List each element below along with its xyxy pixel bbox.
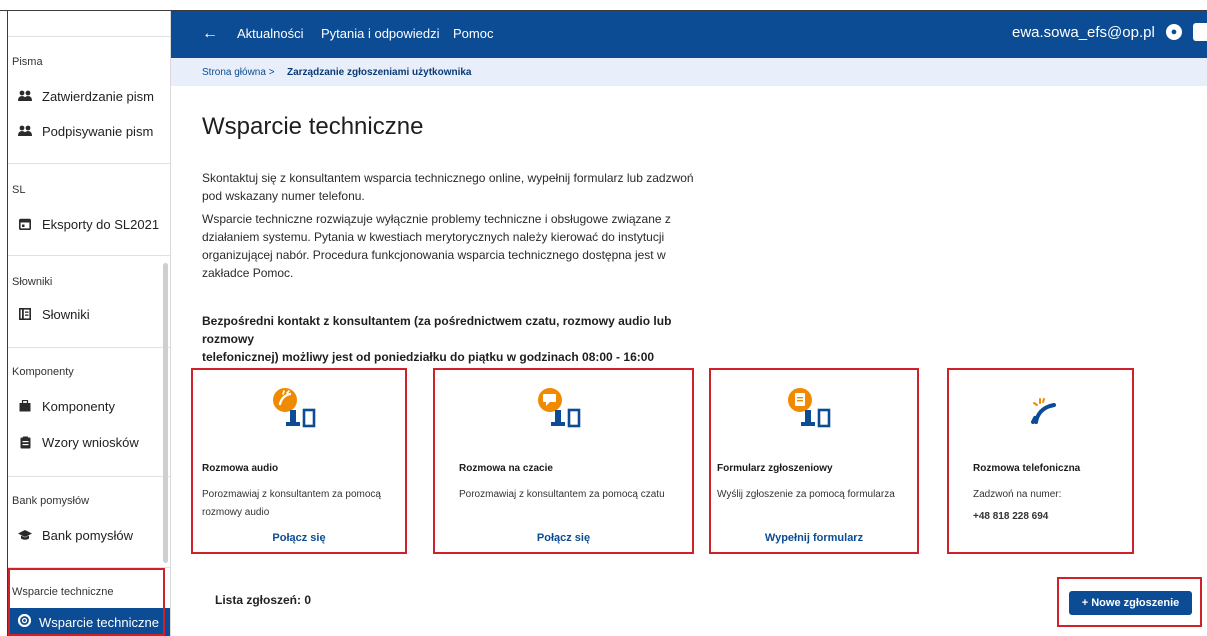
card-description: Wyślij zgłoszenie za pomocą formularza bbox=[717, 486, 917, 504]
back-arrow-icon[interactable]: ← bbox=[202, 25, 218, 43]
connect-audio-link[interactable]: Połącz się bbox=[193, 532, 405, 544]
text-line: Skontaktuj się z konsultantem wsparcia t… bbox=[202, 171, 694, 185]
people-icon bbox=[18, 89, 32, 103]
text-line: pod wskazany numer telefonu. bbox=[202, 189, 365, 203]
divider bbox=[8, 255, 170, 256]
page-title: Wsparcie techniczne bbox=[202, 113, 424, 140]
contact-hours-text: Bezpośredni kontakt z konsultantem (za p… bbox=[202, 312, 722, 366]
phone-number: +48 818 228 694 bbox=[973, 511, 1049, 522]
sidebar: Pisma Zatwierdzanie pism Podpisywanie pi… bbox=[8, 11, 171, 636]
fill-form-link[interactable]: Wypełnij formularz bbox=[711, 532, 917, 544]
text-line: działaniem systemu. Pytania w kwestiach … bbox=[202, 230, 665, 244]
card-title: Rozmowa audio bbox=[202, 463, 279, 474]
divider bbox=[8, 163, 170, 164]
sidebar-item-label: Bank pomysłów bbox=[42, 527, 134, 543]
text-line: Porozmawiaj z konsultantem za pomocą bbox=[202, 489, 381, 500]
sidebar-heading-pisma: Pisma bbox=[12, 56, 43, 68]
intro-paragraph-2: Wsparcie techniczne rozwiązuje wyłącznie… bbox=[202, 210, 722, 282]
text-line: organizującej nabór. Procedura funkcjono… bbox=[202, 248, 666, 262]
text-line: Wyślij zgłoszenie za pomocą formularza bbox=[717, 489, 895, 500]
card-description: Zadzwoń na numer: +48 818 228 694 bbox=[973, 486, 1173, 526]
nav-link-aktualnosci[interactable]: Aktualności bbox=[237, 26, 303, 41]
card-phone: Rozmowa telefoniczna Zadzwoń na numer: +… bbox=[947, 368, 1134, 554]
sidebar-item-label: Wzory wniosków bbox=[42, 434, 139, 450]
sidebar-item-label: Słowniki bbox=[42, 306, 90, 322]
sidebar-heading-komponenty: Komponenty bbox=[12, 366, 74, 378]
sidebar-heading-sl: SL bbox=[12, 184, 26, 196]
graduation-cap-icon bbox=[18, 528, 32, 542]
card-title: Formularz zgłoszeniowy bbox=[717, 463, 833, 474]
sidebar-item-bank-pomyslow[interactable]: Bank pomysłów bbox=[18, 523, 133, 547]
box-icon bbox=[18, 399, 32, 413]
audio-call-icon bbox=[264, 382, 334, 436]
nav-link-pomoc[interactable]: Pomoc bbox=[453, 26, 493, 41]
sidebar-item-zatwierdzanie-pism[interactable]: Zatwierdzanie pism bbox=[18, 84, 154, 108]
sidebar-item-komponenty[interactable]: Komponenty bbox=[18, 394, 115, 418]
card-form: Formularz zgłoszeniowy Wyślij zgłoszenie… bbox=[709, 368, 919, 554]
breadcrumb: Strona główna > Zarządzanie zgłoszeniami… bbox=[171, 58, 1207, 86]
text-line: rozmowy audio bbox=[202, 507, 270, 518]
sidebar-heading-bank-pomyslow: Bank pomysłów bbox=[12, 495, 90, 507]
card-audio-call: Rozmowa audio Porozmawiaj z konsultantem… bbox=[191, 368, 407, 554]
calendar-icon bbox=[18, 217, 32, 231]
sidebar-scrollbar[interactable] bbox=[163, 263, 168, 563]
highlight-box-sidebar bbox=[8, 568, 165, 636]
connect-chat-link[interactable]: Połącz się bbox=[435, 532, 692, 544]
form-icon bbox=[779, 382, 849, 436]
phone-icon bbox=[1006, 382, 1076, 436]
user-email[interactable]: ewa.sowa_efs@op.pl bbox=[1012, 24, 1155, 41]
divider bbox=[8, 476, 170, 477]
text-line: Zadzwoń na numer: bbox=[973, 489, 1062, 500]
chat-icon bbox=[529, 382, 599, 436]
sidebar-item-label: Eksporty do SL2021 bbox=[42, 216, 160, 232]
card-title: Rozmowa telefoniczna bbox=[973, 463, 1081, 474]
top-navigation-bar: ← Aktualności Pytania i odpowiedzi Pomoc… bbox=[171, 11, 1207, 58]
settings-icon[interactable] bbox=[1193, 23, 1207, 41]
breadcrumb-home[interactable]: Strona główna > bbox=[202, 67, 275, 78]
sidebar-item-label: Komponenty bbox=[42, 398, 115, 414]
nav-link-pytania-i-odpowiedzi[interactable]: Pytania i odpowiedzi bbox=[321, 26, 440, 41]
text-line: telefonicznej) możliwy jest od poniedzia… bbox=[202, 350, 655, 364]
text-line: zakładce Pomoc. bbox=[202, 266, 294, 280]
intro-paragraph-1: Skontaktuj się z konsultantem wsparcia t… bbox=[202, 169, 722, 205]
breadcrumb-current: Zarządzanie zgłoszeniami użytkownika bbox=[287, 67, 472, 78]
sidebar-item-eksporty-sl2021[interactable]: Eksporty do SL2021 bbox=[18, 212, 159, 236]
card-description: Porozmawiaj z konsultantem za pomocą cza… bbox=[459, 486, 699, 504]
sidebar-item-wzory-wnioskow[interactable]: Wzory wniosków bbox=[18, 430, 139, 454]
sidebar-item-label: Zatwierdzanie pism bbox=[42, 88, 154, 104]
ticket-list-count: Lista zgłoszeń: 0 bbox=[215, 593, 312, 607]
account-icon[interactable]: ● bbox=[1166, 24, 1182, 40]
divider bbox=[8, 36, 170, 37]
sidebar-heading-slowniki: Słowniki bbox=[12, 276, 53, 288]
sidebar-item-podpisywanie-pism[interactable]: Podpisywanie pism bbox=[18, 119, 153, 143]
card-chat: Rozmowa na czacie Porozmawiaj z konsulta… bbox=[433, 368, 694, 554]
people-icon bbox=[18, 124, 32, 138]
sidebar-item-label: Podpisywanie pism bbox=[42, 123, 154, 139]
card-description: Porozmawiaj z konsultantem za pomocą roz… bbox=[202, 486, 402, 522]
clipboard-icon bbox=[18, 435, 32, 449]
new-ticket-button[interactable]: + Nowe zgłoszenie bbox=[1069, 591, 1192, 615]
sidebar-item-slowniki[interactable]: Słowniki bbox=[18, 302, 90, 326]
divider bbox=[8, 347, 170, 348]
text-line: Wsparcie techniczne rozwiązuje wyłącznie… bbox=[202, 212, 671, 226]
text-line: Bezpośredni kontakt z konsultantem (za p… bbox=[202, 314, 672, 346]
card-title: Rozmowa na czacie bbox=[459, 463, 553, 474]
book-icon bbox=[18, 307, 32, 321]
text-line: Porozmawiaj z konsultantem za pomocą cza… bbox=[459, 489, 665, 500]
